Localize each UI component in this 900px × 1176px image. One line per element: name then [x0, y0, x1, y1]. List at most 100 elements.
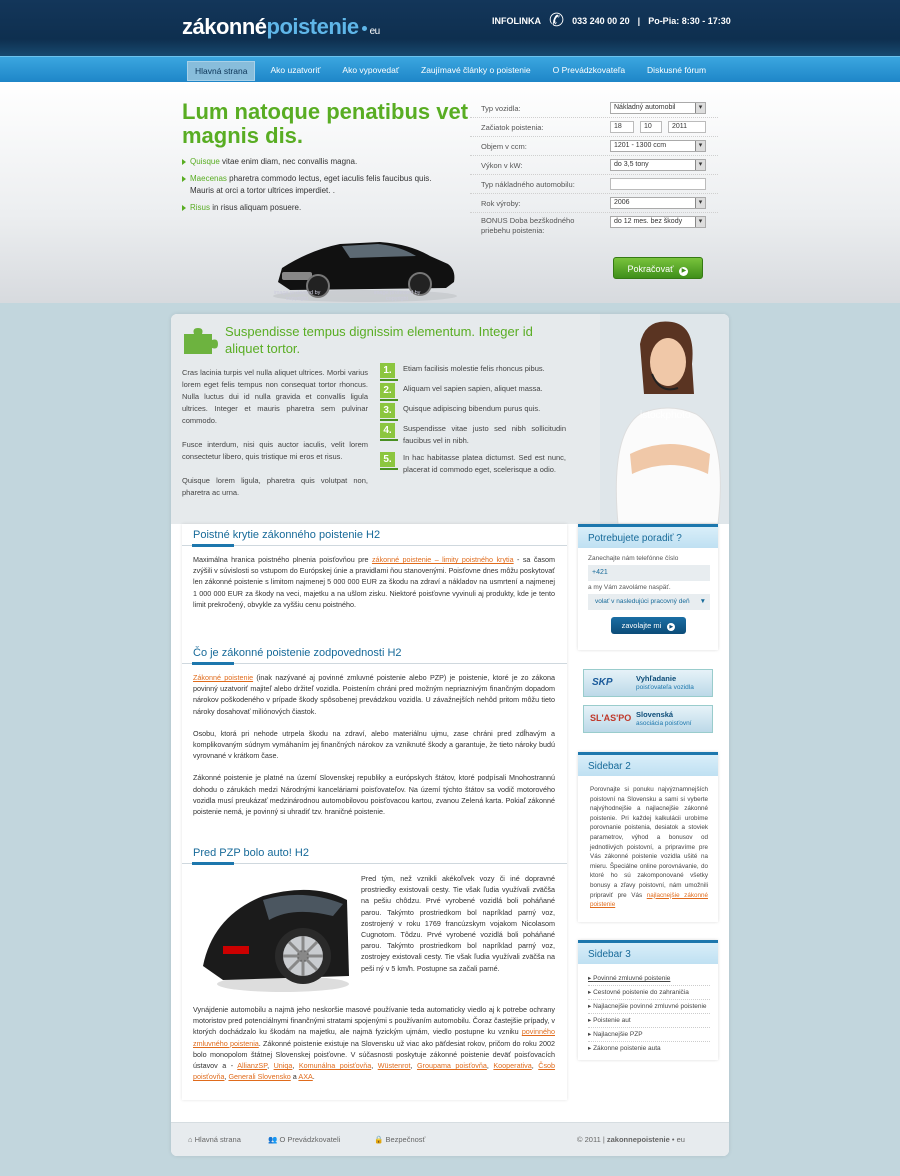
footer-brand: zakonnepoistenie	[606, 1135, 670, 1144]
call-me-button[interactable]: zavolajte mi ▶	[611, 617, 686, 634]
banner-slaspo[interactable]: SL'AS'PO Slovenská asociácia poisťovní	[583, 705, 713, 733]
section-text: Vynájdenie automobilu a najmä jeho nesko…	[193, 1004, 555, 1082]
step-text: Aliquam vel sapien sapien, aliquet massa…	[403, 384, 543, 393]
footer-copyright: © 2011 | zakonnepoistenie • eu	[577, 1135, 685, 1144]
continue-label: Pokračovať	[627, 264, 674, 274]
sidebar-3-item[interactable]: ▸ Cestovné poistenie do zahraničia	[588, 986, 710, 1000]
link-axa[interactable]: AXA	[298, 1072, 312, 1081]
link-uniqa[interactable]: Uniqa	[274, 1061, 293, 1070]
puzzle-icon	[184, 328, 218, 354]
sidebar-3-list: ▸ Povinné zmluvné poistenie ▸ Cestovné p…	[578, 964, 718, 1055]
advice-call-hint: a my Vám zavoláme naspäť.	[588, 584, 671, 591]
link-zakonne-poistenie[interactable]: Zákonné poistenie	[193, 673, 253, 682]
advice-title: Potrebujete poradiť ?	[578, 524, 718, 548]
call-time-select[interactable]: volať v nasledujúci pracovný deň ▼	[588, 594, 710, 610]
infoline-label: INFOLINKA	[492, 15, 541, 26]
infoline-phone[interactable]: 033 240 00 20	[572, 16, 630, 26]
nav-item-articles[interactable]: Zaujímavé články o poistenie	[414, 61, 538, 81]
people-icon: 👥	[268, 1135, 278, 1144]
form-row-year: Rok výroby: 2006	[470, 194, 718, 213]
truck-type-input[interactable]	[610, 178, 706, 190]
step-item: 2. Aliquam vel sapien sapien, aliquet mas…	[380, 383, 566, 401]
step-item: 4. Suspendisse vitae justo sed nibh solli…	[380, 423, 566, 447]
footer-link-security[interactable]: 🔒 Bezpečnosť	[374, 1135, 425, 1144]
start-day-input[interactable]: 18	[610, 121, 634, 133]
vehicle-type-select[interactable]: Nákladný automobil	[610, 102, 706, 114]
nav-item-home[interactable]: Hlavná strana	[187, 61, 256, 81]
year-select[interactable]: 2006	[610, 197, 706, 209]
continue-button[interactable]: Pokračovať ▶	[613, 257, 703, 279]
hero-bullet: Risus in risus aliquam posuere.	[182, 202, 454, 214]
link-limits[interactable]: zákonné poistenie – limity poistného kry…	[372, 555, 514, 564]
link-generali[interactable]: Generali Slovensko	[228, 1072, 290, 1081]
power-select[interactable]: do 3,5 tony	[610, 159, 706, 171]
item-label: Zákonne poistenie auta	[593, 1045, 661, 1052]
sidebar-3-item[interactable]: ▸ Povinné zmluvné poistenie	[588, 972, 710, 986]
link-wustenrot[interactable]: Wüstenrot	[378, 1061, 411, 1070]
section-side-text: Pred tým, než vznikli akékoľvek vozy či …	[361, 874, 555, 973]
sidebar-3-title: Sidebar 3	[578, 940, 718, 964]
logo-tld: eu	[369, 26, 381, 37]
bullet-text: in risus aliquam posuere.	[210, 203, 302, 212]
bullet-highlight: Quisque	[190, 157, 220, 166]
link-allianz[interactable]: AllianzSP	[237, 1061, 267, 1070]
form-label: Výkon v kW:	[481, 160, 523, 170]
form-label: Rok výroby:	[481, 198, 521, 208]
nav-item-forum[interactable]: Diskusné fórum	[640, 61, 713, 81]
arrow-right-icon: ▶	[667, 623, 676, 631]
step-text: Etiam facilisis molestie felis rhoncus p…	[403, 364, 545, 373]
bonus-select[interactable]: do 12 mes. bez škody	[610, 216, 706, 228]
section-text: Zákonné poistenie (inak nazývané aj povi…	[193, 672, 555, 817]
sidebar-3-item[interactable]: ▸ Poistenie aut	[588, 1014, 710, 1028]
section-title: Poistné krytie zákonného poistenie H2	[193, 529, 381, 541]
bullet-text: vitae enim diam, nec convallis magna.	[219, 157, 358, 166]
infoline: INFOLINKA ✆ 033 240 00 20 | Po-Pia: 8:30…	[492, 10, 731, 31]
start-month-input[interactable]: 10	[640, 121, 662, 133]
banner-skp[interactable]: SKP Vyhľadanie poisťovateľa vozidla	[583, 669, 713, 697]
form-label: Typ nákladného automobilu:	[481, 179, 575, 189]
advice-hint: Zanechajte nám telefónne číslo	[588, 555, 679, 562]
item-label: Povinné zmluvné poistenie	[593, 975, 671, 982]
nav-item-how-to-buy[interactable]: Ako uzatvoriť	[263, 61, 327, 81]
advice-phone-input[interactable]: +421	[588, 565, 710, 581]
sidebar-2-text: Porovnajte si ponuku najvýznamnejších po…	[578, 776, 718, 910]
text: Zákonné poistenie je platné na území Slo…	[193, 773, 555, 817]
text: Maximálna hranica poistného plnenia pois…	[193, 555, 372, 564]
sidebar-3-item[interactable]: ▸ Najlacnejšie povinné zmluvné poistenie	[588, 1000, 710, 1014]
home-icon: ⌂	[188, 1135, 193, 1144]
start-year-input[interactable]: 2011	[668, 121, 706, 133]
nav-item-operator[interactable]: O Prevádzkovateľa	[546, 61, 632, 81]
step-number: 4.	[380, 423, 398, 441]
intro-text: Cras lacinia turpis vel nulla aliquet ul…	[182, 367, 368, 511]
sidebar-3-item[interactable]: ▸ Zákonne poistenie auta	[588, 1042, 710, 1055]
concept-car-image	[193, 876, 351, 996]
footer-link-operator[interactable]: 👥 O Prevádzkovateli	[268, 1135, 340, 1144]
item-label: Cestovné poistenie do zahraničia	[593, 989, 689, 996]
form-label: BONUS Doba bezškodného priebehu poisteni…	[481, 216, 575, 235]
bullet-highlight: Risus	[190, 203, 211, 212]
advice-box: Potrebujete poradiť ? Zanechajte nám tel…	[578, 524, 718, 650]
nav-item-how-to-cancel[interactable]: Ako vypovedať	[335, 61, 406, 81]
footer-link-home[interactable]: ⌂ Hlavná strana	[188, 1135, 241, 1144]
watermark: image protected by copyright	[273, 290, 321, 302]
hero-bullets: Quisque vitae enim diam, nec convallis m…	[182, 156, 454, 219]
link-kooperativa[interactable]: Kooperativa	[493, 1061, 531, 1070]
infoline-hours: Po-Pia: 8:30 - 17:30	[648, 15, 731, 26]
step-item: 3. Quisque adipiscing bibendum purus quis…	[380, 403, 566, 421]
step-item: 1. Etiam facilisis molestie felis rhoncus…	[380, 363, 566, 381]
link-groupama[interactable]: Groupama poisťovňa	[417, 1061, 487, 1070]
volume-select[interactable]: 1201 - 1300 ccm	[610, 140, 706, 152]
step-text: Suspendisse vitae justo sed nibh sollici…	[403, 424, 566, 445]
logo[interactable]: zákonnépoistenie eu	[182, 14, 380, 40]
footer-link-label: O Prevádzkovateli	[279, 1135, 341, 1144]
phone-icon: ✆	[549, 10, 565, 30]
form-label: Začiatok poistenia:	[481, 122, 544, 132]
sidebar-3: Sidebar 3 ▸ Povinné zmluvné poistenie ▸ …	[578, 940, 718, 1060]
text: Vynájdenie automobilu a najmä jeho nesko…	[193, 1005, 555, 1037]
section-text: Maximálna hranica poistného plnenia pois…	[193, 554, 555, 610]
sidebar-3-item[interactable]: ▸ Najlacnejšie PZP	[588, 1028, 710, 1042]
form-row-start-date: Začiatok poistenia: 18 10 2011	[470, 118, 718, 137]
main-nav: Hlavná strana Ako uzatvoriť Ako vypoveda…	[0, 56, 900, 82]
link-komunalna[interactable]: Komunálna poisťovňa	[299, 1061, 371, 1070]
footer-link-label: Bezpečnosť	[385, 1135, 426, 1144]
